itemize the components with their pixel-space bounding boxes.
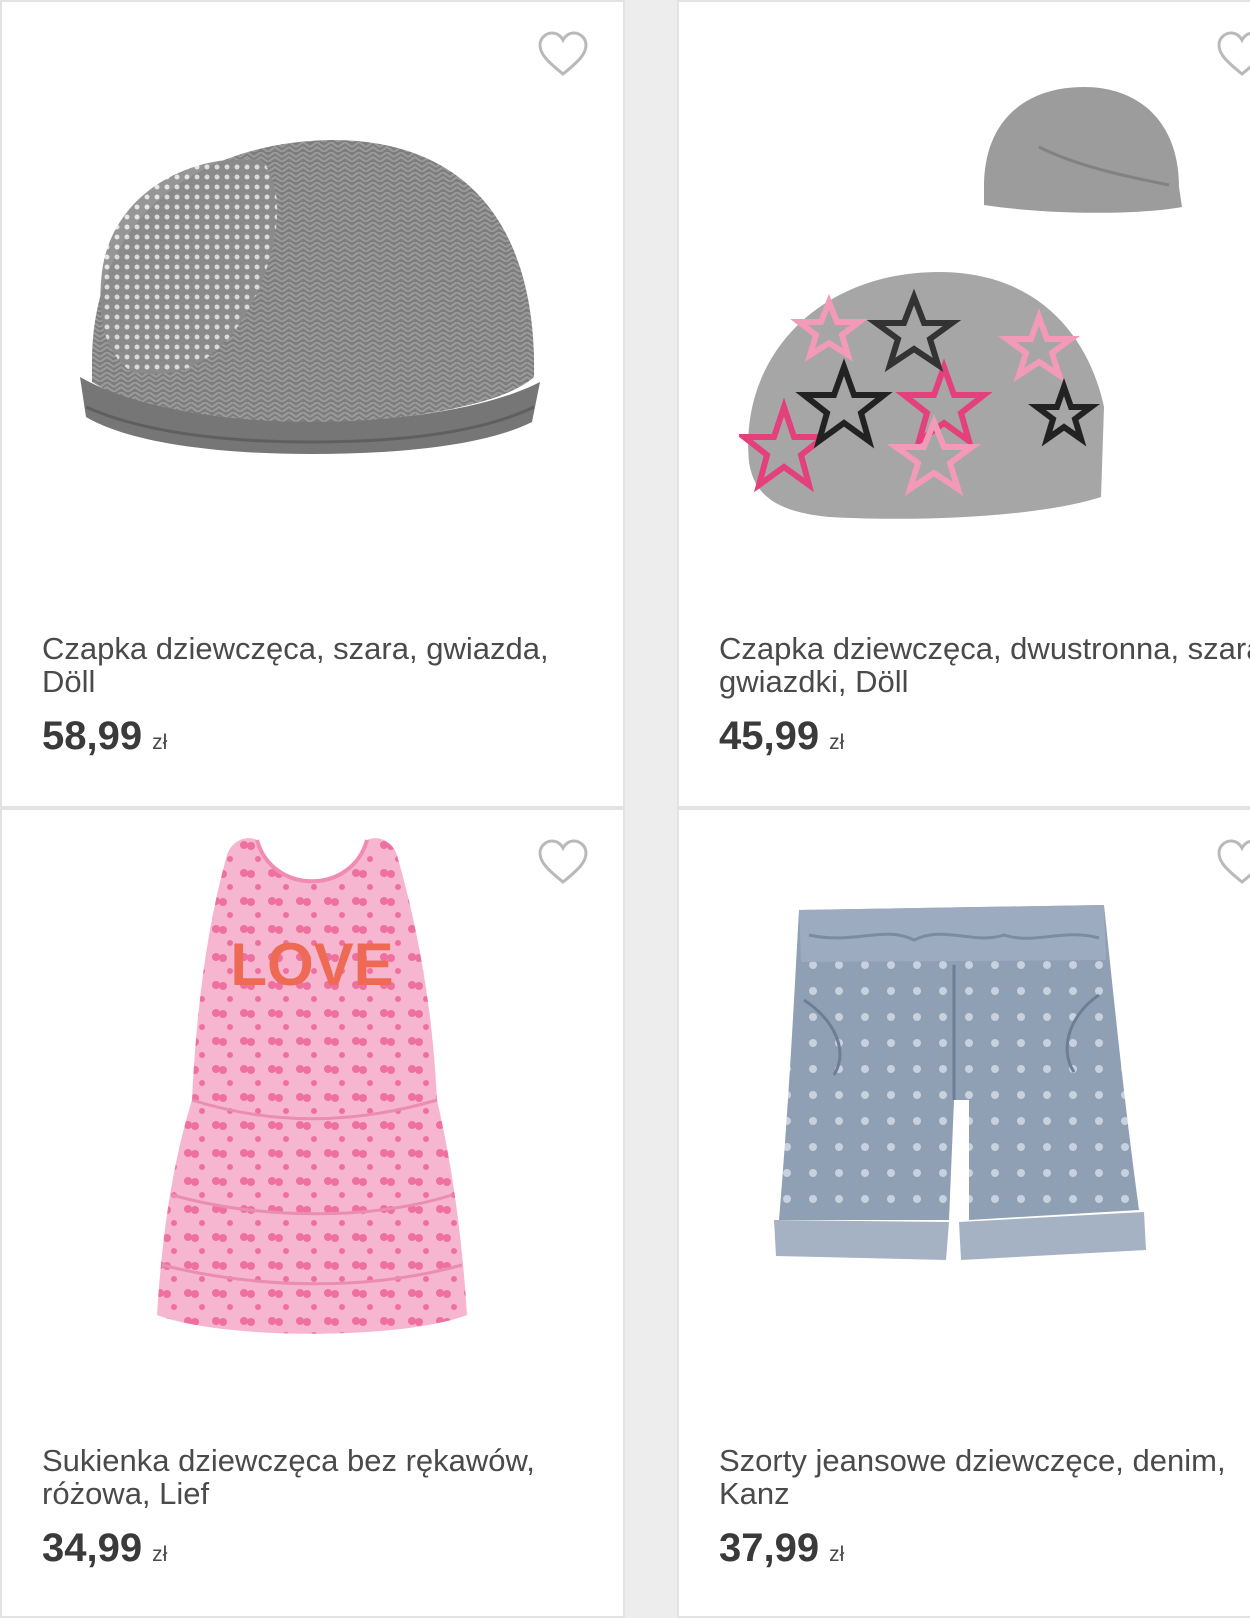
- pink-dress-image[interactable]: LOVE: [152, 835, 472, 1355]
- heart-outline-icon[interactable]: [1216, 838, 1250, 886]
- product-card[interactable]: Szorty jeansowe dziewczęce, denim, Kanz …: [677, 808, 1250, 1618]
- heart-outline-icon[interactable]: [1216, 30, 1250, 78]
- heart-outline-icon[interactable]: [537, 838, 589, 886]
- product-title[interactable]: Czapka dziewczęca, szara, gwiazda, Döll: [42, 632, 602, 698]
- price-currency: zł: [152, 731, 168, 754]
- product-price: 34,99 zł: [42, 1526, 167, 1571]
- product-title[interactable]: Czapka dziewczęca, dwustronna, szara, gw…: [719, 632, 1250, 698]
- product-grid: Czapka dziewczęca, szara, gwiazda, Döll …: [0, 0, 1250, 1618]
- knit-beanie-image[interactable]: [72, 132, 552, 472]
- product-card[interactable]: LOVE Sukienka dziewczęca bez rękawów, ró…: [0, 808, 625, 1618]
- denim-shorts-image[interactable]: [774, 900, 1164, 1270]
- product-title[interactable]: Szorty jeansowe dziewczęce, denim, Kanz: [719, 1444, 1250, 1510]
- product-card[interactable]: Czapka dziewczęca, dwustronna, szara, gw…: [677, 0, 1250, 808]
- product-price: 37,99 zł: [719, 1526, 844, 1571]
- price-currency: zł: [829, 731, 845, 754]
- price-value: 45,99: [719, 714, 820, 758]
- product-price: 58,99 zł: [42, 714, 167, 759]
- product-price: 45,99 zł: [719, 714, 844, 759]
- price-value: 34,99: [42, 1526, 143, 1570]
- price-value: 37,99: [719, 1526, 820, 1570]
- price-currency: zł: [829, 1543, 845, 1566]
- dress-print-text: LOVE: [230, 931, 393, 998]
- price-currency: zł: [152, 1543, 168, 1566]
- product-title[interactable]: Sukienka dziewczęca bez rękawów, różowa,…: [42, 1444, 602, 1510]
- product-card[interactable]: Czapka dziewczęca, szara, gwiazda, Döll …: [0, 0, 625, 808]
- price-value: 58,99: [42, 714, 143, 758]
- star-beanie-image[interactable]: [739, 77, 1199, 527]
- heart-outline-icon[interactable]: [537, 30, 589, 78]
